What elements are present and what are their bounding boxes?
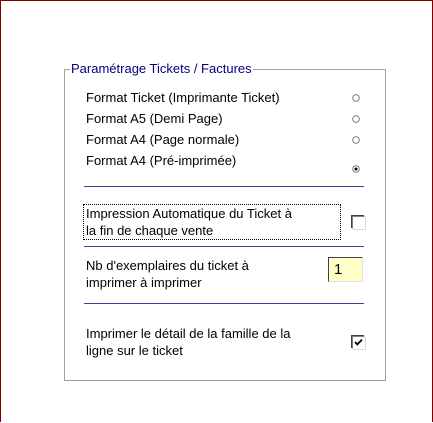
format-ticket-radio[interactable] xyxy=(352,94,360,102)
separator xyxy=(84,186,364,187)
format-a4-preprinted-radio[interactable] xyxy=(352,165,360,173)
auto-print-label[interactable]: Impression Automatique du Ticket à la fi… xyxy=(86,205,336,239)
format-a5-radio[interactable] xyxy=(352,115,360,123)
format-ticket-label[interactable]: Format Ticket (Imprimante Ticket) xyxy=(86,90,280,106)
family-detail-label[interactable]: Imprimer le détail de la famille de la l… xyxy=(86,325,336,359)
checkmark-icon xyxy=(354,338,363,346)
group-title: Paramétrage Tickets / Factures xyxy=(70,61,253,77)
format-a4-normal-label[interactable]: Format A4 (Page normale) xyxy=(86,132,239,148)
separator xyxy=(84,303,364,304)
format-a5-label[interactable]: Format A5 (Demi Page) xyxy=(86,111,223,127)
copies-input[interactable]: 1 xyxy=(328,257,363,282)
separator xyxy=(84,246,364,247)
copies-label: Nb d'exemplaires du ticket à imprimer à … xyxy=(86,258,249,290)
family-detail-checkbox[interactable] xyxy=(352,336,365,349)
format-a4-preprinted-label[interactable]: Format A4 (Pré-imprimée) xyxy=(86,153,236,169)
format-a4-normal-radio[interactable] xyxy=(352,136,360,144)
auto-print-checkbox[interactable] xyxy=(352,216,365,229)
